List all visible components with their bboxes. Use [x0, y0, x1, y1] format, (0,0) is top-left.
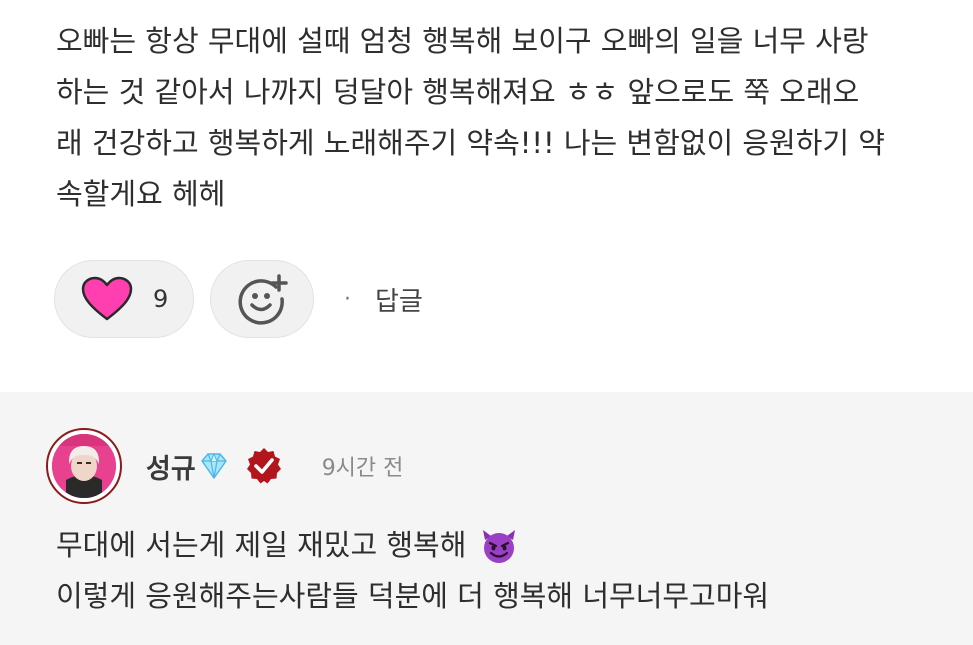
reply-button[interactable]: · 답글 — [344, 281, 423, 318]
author-name[interactable]: 성규 — [146, 447, 196, 486]
avatar[interactable] — [46, 428, 122, 504]
separator-dot: · — [344, 286, 351, 312]
comment-actions: 9 · 답글 — [54, 260, 423, 338]
avatar-photo — [52, 434, 116, 498]
like-button[interactable]: 9 — [54, 260, 194, 338]
comment-text: 오빠는 항상 무대에 설때 엄청 행복해 보이구 오빠의 일을 너무 사랑 하는… — [56, 24, 885, 211]
smiling-devil-icon — [480, 528, 518, 564]
reply-line-1: 무대에 서는게 제일 재밌고 행복해 — [56, 520, 936, 571]
gem-icon — [198, 452, 230, 480]
comment-card: 오빠는 항상 무대에 설때 엄청 행복해 보이구 오빠의 일을 너무 사랑 하는… — [0, 0, 973, 392]
heart-icon — [81, 276, 133, 322]
reply-card: 성규 9시간 전 무대에 서는게 제일 재밌고 행복해 이렇게 응원해주는사람들… — [0, 392, 973, 645]
reply-line-1-text: 무대에 서는게 제일 재밌고 행복해 — [56, 528, 467, 562]
reply-label: 답글 — [375, 286, 423, 317]
add-emoji-icon — [236, 273, 288, 325]
reply-line-2-text: 이렇게 응원해주는사람들 덕분에 더 행복해 너무너무고마워 — [56, 579, 770, 613]
reply-line-2: 이렇게 응원해주는사람들 덕분에 더 행복해 너무너무고마워 — [56, 571, 936, 622]
reply-header: 성규 9시간 전 — [46, 428, 403, 504]
reply-text: 무대에 서는게 제일 재밌고 행복해 이렇게 응원해주는사람들 덕분에 더 행복… — [56, 520, 936, 622]
verified-badge-icon — [244, 446, 284, 486]
add-reaction-button[interactable] — [210, 260, 314, 338]
like-count: 9 — [153, 285, 169, 313]
reply-timestamp: 9시간 전 — [321, 456, 404, 481]
